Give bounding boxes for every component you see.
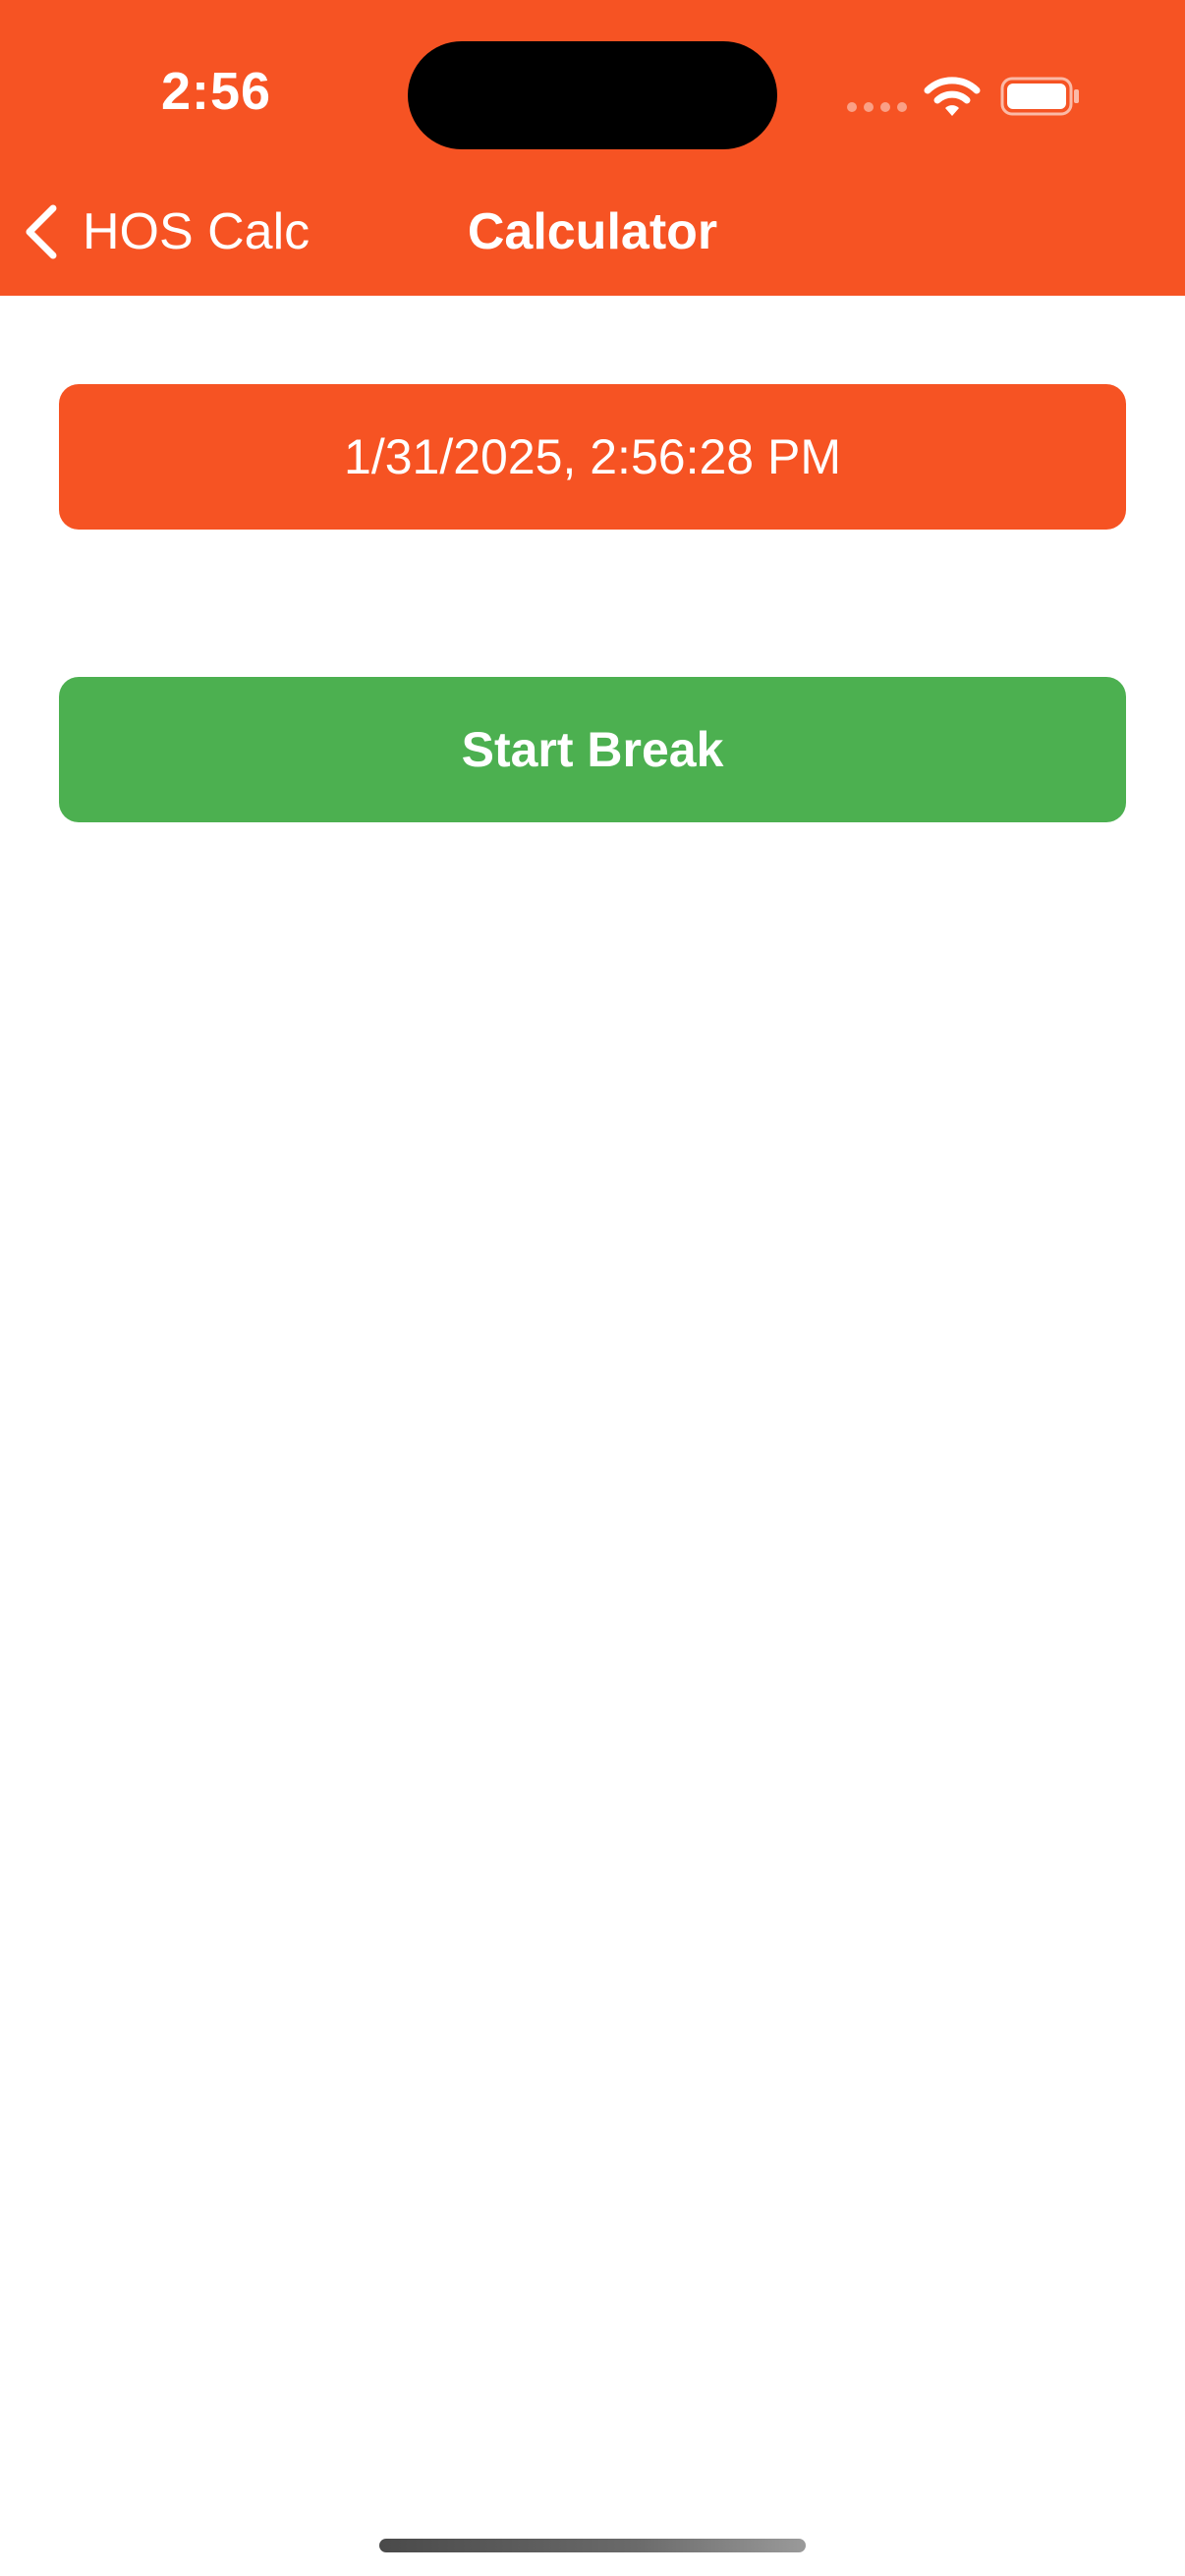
datetime-button[interactable]: 1/31/2025, 2:56:28 PM: [59, 384, 1126, 530]
home-indicator[interactable]: [379, 2539, 806, 2552]
wifi-icon: [924, 77, 981, 116]
start-break-label: Start Break: [461, 722, 724, 777]
app-screen: 2:56 HOS Calc Calculator 1/31/2025, 2:56…: [0, 0, 1185, 2576]
datetime-label: 1/31/2025, 2:56:28 PM: [344, 429, 841, 484]
back-button[interactable]: HOS Calc: [22, 193, 310, 271]
status-time: 2:56: [160, 62, 272, 121]
dynamic-island: [408, 41, 777, 149]
chevron-left-icon: [26, 204, 57, 259]
back-label: HOS Calc: [83, 203, 310, 260]
header-bar: 2:56 HOS Calc Calculator: [0, 0, 1185, 296]
battery-icon: [1000, 77, 1079, 116]
start-break-button[interactable]: Start Break: [59, 677, 1126, 822]
page-title: Calculator: [467, 203, 718, 260]
signal-dots-icon: [847, 102, 908, 114]
